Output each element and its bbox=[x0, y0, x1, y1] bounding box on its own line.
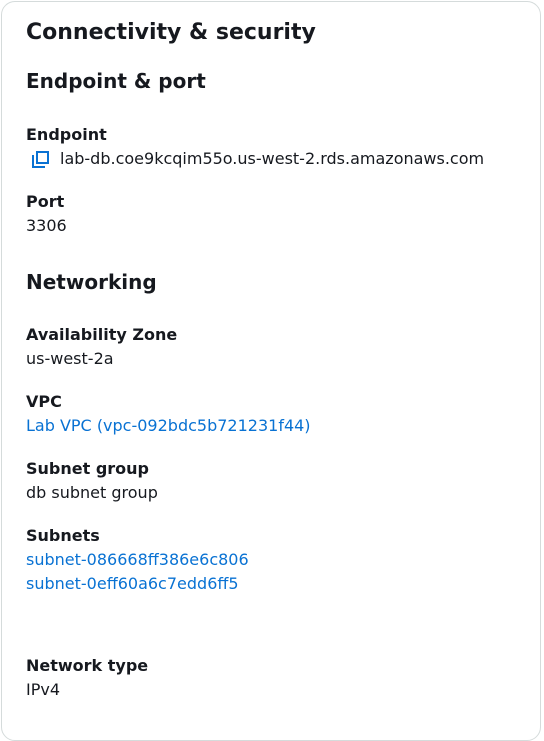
networking-heading: Networking bbox=[26, 270, 157, 294]
subnet-group-label: Subnet group bbox=[26, 459, 150, 478]
endpoint-value[interactable]: lab-db.coe9kcqim55o.us-west-2.rds.amazon… bbox=[60, 149, 484, 169]
connectivity-security-panel bbox=[1, 1, 541, 741]
subnets-label: Subnets bbox=[26, 526, 100, 545]
network-type-value: IPv4 bbox=[26, 680, 61, 699]
subnet-link[interactable]: subnet-0eff60a6c7edd6ff5 bbox=[26, 574, 239, 594]
availability-zone-label: Availability Zone bbox=[26, 325, 178, 344]
availability-zone-value: us-west-2a bbox=[26, 349, 114, 368]
network-type-label: Network type bbox=[26, 656, 149, 675]
subnet-group-value: db subnet group bbox=[26, 483, 158, 502]
port-value: 3306 bbox=[26, 216, 67, 235]
copy-endpoint-button[interactable] bbox=[31, 150, 50, 169]
panel-title: Connectivity & security bbox=[26, 20, 316, 45]
copy-icon bbox=[32, 151, 49, 168]
subnet-link[interactable]: subnet-086668ff386e6c806 bbox=[26, 550, 249, 570]
endpoint-port-heading: Endpoint & port bbox=[26, 69, 206, 93]
port-label: Port bbox=[26, 192, 65, 211]
vpc-link[interactable]: Lab VPC (vpc-092bdc5b721231f44) bbox=[26, 416, 311, 436]
endpoint-label: Endpoint bbox=[26, 125, 107, 144]
vpc-label: VPC bbox=[26, 392, 62, 411]
